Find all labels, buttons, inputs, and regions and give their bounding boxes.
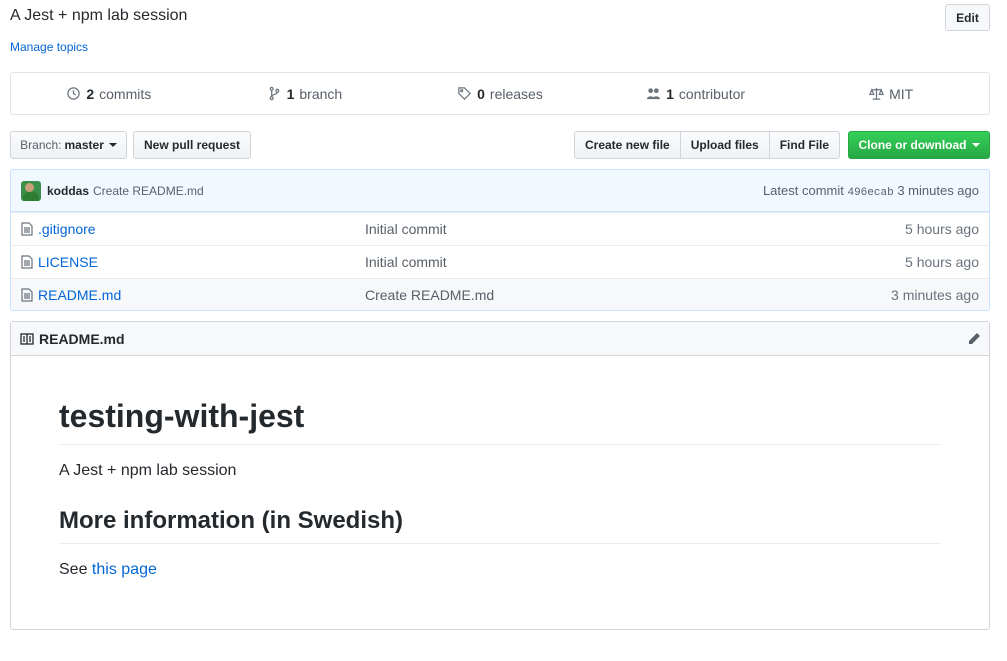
create-new-file-button[interactable]: Create new file (574, 131, 681, 159)
branches-link[interactable]: 1 branch (207, 73, 403, 114)
file-commit-link[interactable]: Initial commit (365, 254, 905, 270)
file-age: 5 hours ago (905, 254, 979, 270)
file-name-link[interactable]: LICENSE (38, 254, 365, 270)
commit-sha-link[interactable]: 496ecab (847, 187, 893, 199)
new-pull-request-button[interactable]: New pull request (133, 131, 251, 159)
license-link[interactable]: MIT (793, 73, 989, 114)
tag-icon (458, 87, 472, 100)
repo-description: A Jest + npm lab session (10, 7, 188, 24)
readme-heading: More information (in Swedish) (59, 506, 941, 544)
avatar[interactable] (21, 180, 41, 201)
releases-link[interactable]: 0 releases (402, 73, 598, 114)
file-list: koddas Create README.md Latest commit 49… (10, 169, 990, 311)
branch-select-button[interactable]: Branch: master (10, 131, 127, 159)
people-icon (647, 88, 661, 100)
readme-panel: README.md testing-with-jest A Jest + npm… (10, 321, 990, 630)
file-actions-group: Create new file Upload files Find File (574, 131, 841, 159)
pencil-icon[interactable] (967, 332, 981, 346)
readme-see-paragraph: See this page (59, 561, 157, 578)
file-icon (21, 288, 38, 302)
file-name-link[interactable]: README.md (38, 287, 365, 303)
file-name-link[interactable]: .gitignore (38, 221, 365, 237)
file-commit-link[interactable]: Create README.md (365, 287, 891, 303)
branch-icon (269, 86, 279, 101)
readme-title: testing-with-jest (59, 396, 941, 445)
repo-summary: 2 commits 1 branch 0 releases 1 contributor … (10, 72, 990, 115)
manage-topics-link[interactable]: Manage topics (10, 40, 88, 54)
law-icon (869, 87, 885, 100)
this-page-link[interactable]: this page (92, 561, 157, 578)
find-file-button[interactable]: Find File (768, 131, 841, 159)
commit-message-link[interactable]: Create README.md (93, 184, 204, 198)
file-commit-link[interactable]: Initial commit (365, 221, 905, 237)
file-age: 3 minutes ago (891, 287, 979, 303)
history-icon (67, 87, 81, 100)
commits-link[interactable]: 2 commits (11, 73, 207, 114)
readme-header: README.md (11, 322, 989, 356)
latest-commit-info: Latest commit 496ecab 3 minutes ago (762, 182, 979, 199)
latest-commit-bar: koddas Create README.md Latest commit 49… (11, 170, 989, 212)
table-row: .gitignore Initial commit 5 hours ago (11, 212, 989, 245)
contributors-link[interactable]: 1 contributor (598, 73, 794, 114)
clone-or-download-button[interactable]: Clone or download (848, 131, 990, 159)
chevron-down-icon (971, 143, 980, 147)
file-icon (21, 222, 38, 236)
readme-intro: A Jest + npm lab session (59, 462, 237, 479)
file-icon (21, 255, 38, 269)
file-age: 5 hours ago (905, 221, 979, 237)
upload-files-button[interactable]: Upload files (679, 131, 770, 159)
book-icon (20, 332, 39, 345)
table-row: LICENSE Initial commit 5 hours ago (11, 245, 989, 278)
readme-filename: README.md (39, 330, 125, 347)
edit-button[interactable]: Edit (945, 4, 990, 31)
table-row: README.md Create README.md 3 minutes ago (11, 278, 989, 310)
chevron-down-icon (108, 143, 117, 147)
readme-body: testing-with-jest A Jest + npm lab sessi… (11, 356, 989, 579)
commit-author-link[interactable]: koddas (47, 184, 89, 198)
